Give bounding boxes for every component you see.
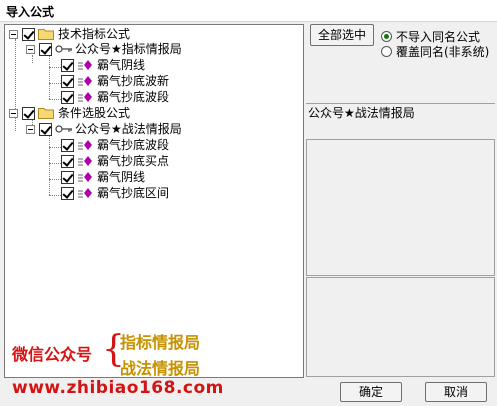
- tree-item-label: 霸气抄底波新: [97, 74, 170, 88]
- tree-group-label: 条件选股公式: [58, 106, 131, 120]
- select-all-button[interactable]: 全部选中: [310, 24, 374, 46]
- item-checkbox[interactable]: [61, 170, 74, 184]
- key-icon: [55, 125, 72, 133]
- tree-connector: [49, 163, 61, 164]
- formula-tree[interactable]: 技术指标公式 公众号★指标情报局 霸气阴线 霸气抄底波新 霸气抄底波段 条件选股…: [4, 24, 304, 378]
- collapse-icon[interactable]: [26, 124, 35, 134]
- collapse-icon[interactable]: [9, 29, 18, 39]
- tree-group-label: 技术指标公式: [58, 27, 131, 41]
- collapse-icon[interactable]: [26, 44, 35, 54]
- author-checkbox[interactable]: [39, 122, 52, 136]
- collapse-icon[interactable]: [9, 108, 18, 118]
- group-checkbox[interactable]: [22, 106, 35, 120]
- watermark-wechat: 微信公众号: [12, 345, 93, 364]
- tree-connector: [49, 179, 61, 180]
- tree-author-row[interactable]: 公众号★战法情报局: [26, 121, 182, 137]
- title-bar: 导入公式: [0, 0, 497, 22]
- formula-icon: [78, 60, 92, 70]
- tree-item-row[interactable]: 霸气抄底波段: [61, 89, 169, 105]
- tree-item-row[interactable]: 霸气抄底波段: [61, 137, 169, 153]
- item-checkbox[interactable]: [61, 138, 74, 152]
- cancel-button[interactable]: 取消: [425, 382, 487, 402]
- group-checkbox[interactable]: [22, 27, 35, 41]
- watermark-url: www.zhibiao168.com: [12, 378, 224, 398]
- tree-author-row[interactable]: 公众号★指标情报局: [26, 41, 182, 57]
- tree-item-row[interactable]: 霸气阴线: [61, 57, 145, 73]
- formula-icon: [78, 172, 92, 182]
- tree-item-row[interactable]: 霸气抄底区间: [61, 185, 169, 201]
- info-author-text: 公众号★战法情报局: [308, 106, 415, 120]
- author-checkbox[interactable]: [39, 42, 52, 56]
- tree-item-label: 霸气抄底波段: [97, 138, 170, 152]
- tree-author-label: 公众号★指标情报局: [75, 42, 182, 56]
- tree-item-label: 霸气抄底买点: [97, 154, 170, 168]
- key-icon: [55, 45, 72, 53]
- item-checkbox[interactable]: [61, 58, 74, 72]
- tree-item-row[interactable]: 霸气抄底波新: [61, 73, 169, 89]
- tree-author-label: 公众号★战法情报局: [75, 122, 182, 136]
- item-checkbox[interactable]: [61, 154, 74, 168]
- tree-connector: [49, 55, 50, 99]
- tree-item-label: 霸气抄底区间: [97, 186, 170, 200]
- item-checkbox[interactable]: [61, 90, 74, 104]
- formula-icon: [78, 76, 92, 86]
- radio-button[interactable]: [381, 46, 392, 57]
- radio-button-checked[interactable]: [381, 31, 392, 42]
- tree-group-row[interactable]: 技术指标公式: [9, 26, 130, 42]
- info-author-panel: 公众号★战法情报局: [306, 103, 495, 139]
- tree-group-row[interactable]: 条件选股公式: [9, 105, 130, 121]
- tree-item-row[interactable]: 霸气抄底买点: [61, 153, 169, 169]
- folder-icon: [38, 108, 54, 119]
- watermark-line2: 战法情报局: [120, 359, 201, 378]
- item-checkbox[interactable]: [61, 186, 74, 200]
- tree-connector: [49, 83, 61, 84]
- radio-overwrite-label: 覆盖同名(非系统): [396, 45, 490, 59]
- tree-item-label: 霸气抄底波段: [97, 90, 170, 104]
- tree-connector: [49, 147, 61, 148]
- folder-icon: [38, 29, 54, 40]
- tree-item-row[interactable]: 霸气阴线: [61, 169, 145, 185]
- tree-connector: [49, 195, 61, 196]
- formula-icon: [78, 92, 92, 102]
- radio-overwrite-duplicates[interactable]: 覆盖同名(非系统): [381, 43, 489, 60]
- info-detail-panel: [306, 277, 495, 377]
- window-title: 导入公式: [6, 5, 55, 19]
- formula-icon: [78, 140, 92, 150]
- item-checkbox[interactable]: [61, 74, 74, 88]
- formula-icon: [78, 188, 92, 198]
- formula-icon: [78, 156, 92, 166]
- watermark-line1: 指标情报局: [120, 333, 201, 352]
- tree-item-label: 霸气阴线: [97, 170, 146, 184]
- tree-connector: [49, 99, 61, 100]
- tree-item-label: 霸气阴线: [97, 58, 146, 72]
- tree-connector: [49, 67, 61, 68]
- tree-connector: [49, 135, 50, 195]
- ok-button[interactable]: 确定: [340, 382, 402, 402]
- info-description-panel: [306, 139, 495, 276]
